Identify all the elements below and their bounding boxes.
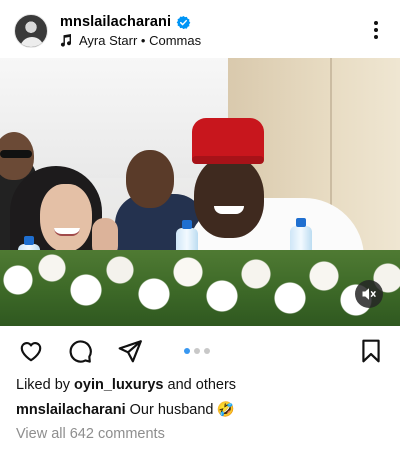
avatar[interactable] bbox=[14, 14, 48, 48]
carousel-dot bbox=[184, 348, 190, 354]
caption-text: Our husband bbox=[129, 402, 214, 418]
liked-by-prefix: Liked by bbox=[16, 377, 71, 393]
music-attribution[interactable]: Ayra Starr • Commas bbox=[60, 32, 201, 48]
view-all-comments-link[interactable]: View all 642 comments bbox=[16, 426, 165, 442]
red-cap-band bbox=[192, 156, 264, 164]
person-middle-head bbox=[126, 150, 174, 208]
music-note-icon bbox=[60, 33, 72, 47]
music-separator: • bbox=[140, 32, 146, 48]
verified-badge-icon bbox=[176, 15, 191, 29]
username-row: mnslailacharani bbox=[60, 13, 191, 31]
music-artist: Ayra Starr bbox=[79, 32, 138, 48]
heart-icon[interactable] bbox=[18, 338, 44, 364]
sunglasses bbox=[0, 150, 32, 158]
post-actions bbox=[0, 326, 400, 374]
speaker-muted-icon bbox=[362, 288, 376, 300]
username[interactable]: mnslailacharani bbox=[60, 14, 171, 30]
post-media[interactable] bbox=[0, 58, 400, 326]
comment-icon[interactable] bbox=[67, 338, 93, 364]
caption-username[interactable]: mnslailacharani bbox=[16, 402, 126, 418]
audio-mute-button[interactable] bbox=[355, 280, 383, 308]
laughing-emoji: 🤣 bbox=[216, 402, 235, 418]
carousel-indicator bbox=[184, 348, 210, 354]
paper-plane-icon[interactable] bbox=[117, 338, 143, 364]
liked-by-suffix[interactable]: and others bbox=[168, 377, 237, 393]
carousel-dot bbox=[194, 348, 200, 354]
liked-by-user[interactable]: oyin_luxurys bbox=[74, 377, 163, 393]
carousel-dot bbox=[204, 348, 210, 354]
bookmark-icon[interactable] bbox=[358, 338, 384, 364]
music-track: Commas bbox=[149, 32, 202, 48]
flower-arrangement bbox=[0, 250, 400, 326]
likes-summary: Liked by oyin_luxurys and others bbox=[16, 377, 236, 393]
post-header: mnslailacharani Ayra Starr • Commas bbox=[0, 0, 400, 58]
more-options-icon[interactable] bbox=[366, 19, 386, 41]
woman-smile bbox=[54, 228, 80, 236]
person-right-smile bbox=[214, 206, 244, 214]
person-right-head bbox=[194, 156, 264, 238]
woman-face bbox=[40, 184, 92, 252]
caption: mnslailacharani Our husband 🤣 bbox=[16, 401, 235, 418]
